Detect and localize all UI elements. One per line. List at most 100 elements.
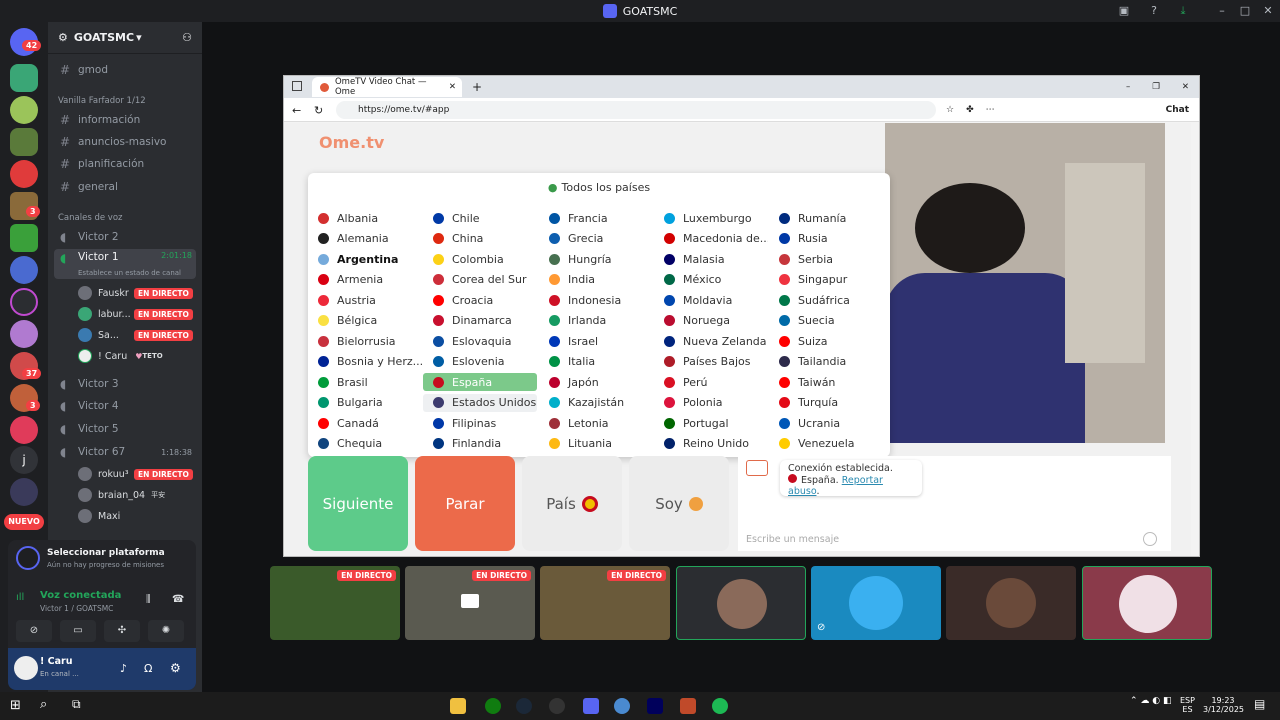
country-option[interactable]: Luxemburgo [654,209,768,227]
inbox-icon[interactable]: ▣ [1116,3,1132,19]
voice-channel[interactable]: ◖ Victor 5 [54,419,196,439]
voice-where[interactable]: Victor 1 / GOATSMC [40,604,113,613]
workspaces-icon[interactable] [292,81,302,91]
file-explorer-icon[interactable] [450,698,466,714]
country-option[interactable]: Irlanda [539,312,653,330]
voice-user[interactable]: ! Caru ♥ TETO [78,347,163,365]
discord-icon[interactable] [583,698,599,714]
user-tile[interactable] [1082,566,1212,640]
voice-user[interactable]: braian_04 平安 [78,486,165,504]
country-option[interactable]: Singapur [769,271,883,289]
country-option[interactable]: Lituania [539,435,653,453]
gender-button[interactable]: Soy [629,456,729,551]
microphone-icon[interactable]: ♪ [120,662,127,675]
country-option[interactable]: Filipinas [423,414,537,432]
user-settings-icon[interactable]: ⚙ [170,661,181,675]
avatar[interactable] [14,656,38,680]
channel-informacion[interactable]: # información [54,110,196,130]
server-header[interactable]: ⚙ GOATSMC ▾ ⚇ [48,22,202,54]
user-tile[interactable] [946,566,1076,640]
country-option[interactable]: Noruega [654,312,768,330]
voice-channel[interactable]: ◖ Victor 3 [54,374,196,394]
country-option[interactable]: Italia [539,353,653,371]
country-option[interactable]: Portugal [654,414,768,432]
country-option[interactable]: Perú [654,373,768,391]
country-option[interactable]: Finlandia [423,435,537,453]
restore-button[interactable]: ❐ [1152,82,1160,92]
channel-anuncios[interactable]: # anuncios-masivo [54,132,196,152]
extensions-icon[interactable]: ✤ [966,105,974,115]
stream-tile[interactable]: EN DIRECTO [540,566,670,640]
noise-suppression-icon[interactable]: ⫼ [146,594,151,605]
screen-share-icon[interactable]: ▭ [60,620,96,642]
country-option[interactable]: Alemania [308,230,422,248]
country-option[interactable]: Malasia [654,250,768,268]
next-button[interactable]: Siguiente [308,456,408,551]
country-option[interactable]: Bosnia y Herz... [308,353,422,371]
channel-planificacion[interactable]: # planificación [54,154,196,174]
server-icon[interactable] [10,416,38,444]
server-icon[interactable] [10,256,38,284]
country-option[interactable]: Brasil [308,373,422,391]
obs-icon[interactable] [549,698,565,714]
country-option[interactable]: Japón [539,373,653,391]
country-option[interactable]: México [654,271,768,289]
voice-channel[interactable]: ◖ Victor 67 1:18:38 [54,442,196,462]
language-indicator[interactable]: ESP ES [1180,696,1195,714]
soundboard-icon[interactable]: ✺ [148,620,184,642]
voice-category-header[interactable]: Canales de voz [58,213,122,223]
server-icon[interactable] [10,128,38,156]
country-option[interactable]: Rusia [769,230,883,248]
url-field[interactable]: https://ome.tv/#app [336,100,936,119]
windows-start-icon[interactable]: ⊞ [10,698,21,713]
stream-tile[interactable]: EN DIRECTO [405,566,535,640]
voice-user[interactable]: Fauskr [78,284,129,302]
headphones-icon[interactable]: Ω [144,662,152,675]
add-member-icon[interactable]: ⚇ [182,31,192,44]
premiere-icon[interactable] [647,698,663,714]
country-option[interactable]: Países Bajos [654,353,768,371]
browser-icon[interactable] [614,698,630,714]
user-tile[interactable]: ⊘ [811,566,941,640]
country-option[interactable]: Francia [539,209,653,227]
voice-user[interactable]: labur... [78,305,131,323]
country-option[interactable]: Reino Unido [654,435,768,453]
country-option[interactable]: Taiwán [769,373,883,391]
channel-general[interactable]: # general [54,177,196,197]
server-icon[interactable] [10,160,38,188]
country-option[interactable]: Bulgaria [308,394,422,412]
country-option[interactable]: Indonesia [539,291,653,309]
country-option[interactable]: Argentina [308,250,422,268]
disconnect-icon[interactable]: ☎ [172,594,184,605]
app-icon[interactable] [680,698,696,714]
channel-gmod[interactable]: # gmod [54,60,196,80]
all-countries-option[interactable]: ● Todos los países [308,181,890,194]
country-option[interactable]: España [423,373,537,391]
minimize-button[interactable]: – [1214,3,1230,19]
server-icon[interactable]: j [10,446,38,474]
steam-icon[interactable] [516,698,532,714]
new-tab-icon[interactable]: + [472,80,482,94]
country-option[interactable]: Eslovenia [423,353,537,371]
country-option[interactable]: Rumanía [769,209,883,227]
platform-title[interactable]: Seleccionar plataforma [47,548,165,558]
voice-channel[interactable]: ◖ Victor 2 [54,227,196,247]
country-option[interactable]: Dinamarca [423,312,537,330]
channel-status[interactable]: Establece un estado de canal [78,269,181,277]
country-option[interactable]: Suecia [769,312,883,330]
country-option[interactable]: Chequia [308,435,422,453]
stream-tile[interactable]: EN DIRECTO [270,566,400,640]
country-option[interactable]: Venezuela [769,435,883,453]
voice-channel[interactable]: ◖ Victor 4 [54,396,196,416]
notifications-icon[interactable]: ▤ [1254,697,1265,711]
emoji-icon[interactable] [1143,532,1157,546]
message-input[interactable]: Escribe un mensaje [746,534,839,545]
server-icon[interactable] [10,224,38,252]
favorite-icon[interactable]: ☆ [946,105,954,115]
server-icon[interactable] [10,478,38,506]
country-option[interactable]: Serbia [769,250,883,268]
activities-icon[interactable]: ✣ [104,620,140,642]
close-button[interactable]: ✕ [1182,82,1189,92]
camera-off-icon[interactable]: ⊘ [16,620,52,642]
user-name[interactable]: ! Caru [40,656,72,667]
